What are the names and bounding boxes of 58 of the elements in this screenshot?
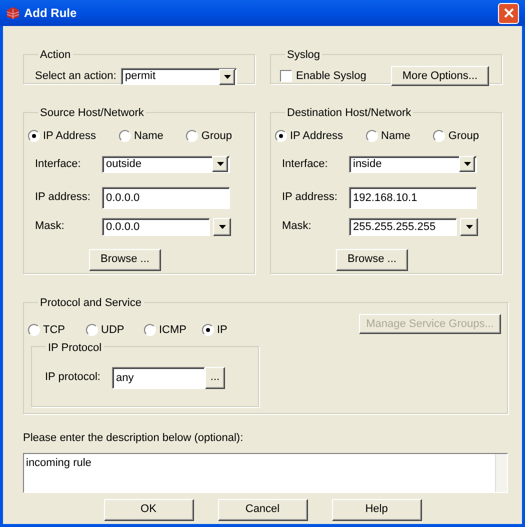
radio-label: IP Address <box>43 129 96 144</box>
field-label: IP address: <box>282 190 338 206</box>
field-label: Interface: <box>35 156 82 172</box>
radio-button[interactable] <box>433 130 446 142</box>
checkbox[interactable] <box>280 70 292 82</box>
mask-field[interactable]: 255.255.255.255 <box>349 218 457 236</box>
description-field[interactable]: incoming rule <box>23 452 508 492</box>
checkbox-label: Enable Syslog <box>296 68 366 84</box>
dialog-button[interactable]: OK <box>104 498 194 520</box>
radio-label: TCP <box>43 323 65 338</box>
radio-button[interactable] <box>28 130 40 142</box>
radio-label: IP Address <box>290 129 343 144</box>
field-label: Interface: <box>282 156 329 172</box>
group-legend: Source Host/Network <box>40 107 144 119</box>
field-label: IP address: <box>35 190 92 206</box>
ip-address-field[interactable]: 192.168.10.1 <box>349 186 477 208</box>
radio-button[interactable] <box>275 130 287 142</box>
group-legend: Syslog <box>287 49 320 61</box>
radio-label: Group <box>448 129 479 144</box>
ip-address-field[interactable]: 0.0.0.0 <box>102 186 230 208</box>
window-title: Add Rule <box>24 5 78 22</box>
description-label: Please enter the description below (optional): <box>23 431 244 446</box>
radio-label: UDP <box>101 323 124 338</box>
field-label: Mask: <box>35 219 66 234</box>
field-label: IP protocol: <box>45 370 102 386</box>
more-options-button[interactable]: More Options... <box>391 66 489 86</box>
radio-button[interactable] <box>202 324 214 336</box>
interface-dropdown[interactable]: outside <box>102 156 230 172</box>
group-legend: Action <box>40 49 71 61</box>
radio-button[interactable] <box>119 130 132 142</box>
radio-button[interactable] <box>144 324 156 336</box>
radio-button[interactable] <box>86 324 98 336</box>
action-dropdown[interactable]: permit <box>121 68 237 85</box>
group-legend: IP Protocol <box>48 342 102 354</box>
radio-button[interactable] <box>186 130 198 142</box>
browse-button[interactable]: ... <box>205 366 225 388</box>
scrollbar[interactable] <box>495 454 507 492</box>
close-button[interactable] <box>498 2 519 24</box>
radio-button[interactable] <box>366 130 378 142</box>
group-legend: Destination Host/Network <box>287 107 412 119</box>
radio-label: Name <box>134 129 164 144</box>
ip-protocol-field[interactable]: any <box>112 366 205 388</box>
mask-field[interactable]: 0.0.0.0 <box>102 218 210 236</box>
radio-label: ICMP <box>159 323 186 338</box>
browse-button[interactable]: Browse ... <box>336 248 408 270</box>
radio-button[interactable] <box>28 324 40 336</box>
close-icon <box>504 8 514 18</box>
interface-dropdown[interactable]: inside <box>349 156 477 172</box>
field-label: Mask: <box>282 219 312 234</box>
dialog-button[interactable]: Help <box>332 498 422 520</box>
dialog-button[interactable]: Cancel <box>218 498 308 520</box>
radio-label: IP <box>217 323 228 338</box>
group-legend: Protocol and Service <box>40 297 142 309</box>
browse-button[interactable]: Browse ... <box>89 248 161 270</box>
radio-label: Name <box>381 129 410 144</box>
brick-icon <box>6 6 20 20</box>
field-label: Select an action: <box>35 69 118 84</box>
radio-label: Group <box>201 129 232 144</box>
